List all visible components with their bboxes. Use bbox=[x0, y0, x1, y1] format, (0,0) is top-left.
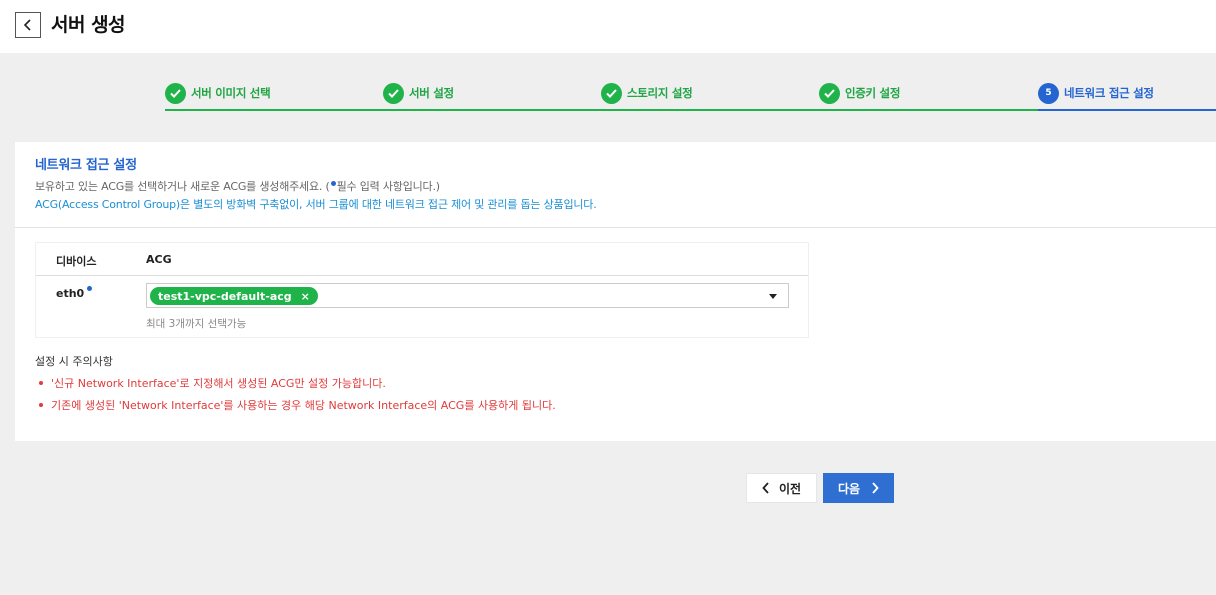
next-button-label: 다음 bbox=[837, 481, 861, 496]
step-auth-key-settings[interactable]: 인증키 설정 bbox=[819, 82, 900, 104]
chip-remove-button[interactable]: × bbox=[301, 290, 310, 303]
page-title: 서버 생성 bbox=[51, 14, 126, 36]
column-header-acg: ACG bbox=[146, 253, 172, 266]
dropdown-caret-icon[interactable] bbox=[769, 294, 777, 299]
chevron-right-icon bbox=[872, 482, 879, 494]
device-name: eth0 bbox=[56, 287, 85, 300]
check-icon bbox=[165, 82, 186, 104]
check-icon bbox=[601, 82, 622, 104]
step-label: 서버 설정 bbox=[409, 86, 454, 100]
prev-button[interactable]: 이전 bbox=[746, 473, 817, 503]
notice-item: 기존에 생성된 'Network Interface'를 사용하는 경우 해당 … bbox=[39, 397, 556, 413]
notice-text: 기존에 생성된 'Network Interface'를 사용하는 경우 해당 … bbox=[51, 399, 556, 412]
chevron-left-icon bbox=[23, 19, 31, 31]
bullet-icon bbox=[39, 403, 43, 407]
step-server-settings[interactable]: 서버 설정 bbox=[383, 82, 454, 104]
section-title: 네트워크 접근 설정 bbox=[35, 158, 137, 173]
panel-header: 네트워크 접근 설정 보유하고 있는 ACG를 선택하거나 새로운 ACG를 생… bbox=[15, 142, 1216, 228]
next-button[interactable]: 다음 bbox=[823, 473, 894, 503]
column-header-device: 디바이스 bbox=[56, 255, 97, 268]
step-number: 5 bbox=[1038, 82, 1059, 104]
acg-select[interactable]: test1-vpc-default-acg × bbox=[146, 283, 789, 308]
acg-info-text: ACG(Access Control Group)은 별도의 방화벽 구축없이,… bbox=[35, 198, 597, 211]
required-dot-icon bbox=[330, 181, 336, 186]
required-dot-icon bbox=[87, 286, 93, 291]
device-cell: eth0 bbox=[56, 286, 93, 300]
stepper: 서버 이미지 선택 서버 설정 스토리지 설정 인증키 설정 5 네트워크 접근… bbox=[165, 80, 1216, 112]
step-server-image[interactable]: 서버 이미지 선택 bbox=[165, 82, 271, 104]
step-storage-settings[interactable]: 스토리지 설정 bbox=[601, 82, 693, 104]
step-label: 서버 이미지 선택 bbox=[191, 86, 271, 100]
page-header: 서버 생성 bbox=[0, 0, 1216, 53]
step-label: 스토리지 설정 bbox=[627, 86, 693, 100]
stepper-active-line bbox=[1038, 109, 1216, 111]
network-access-panel: 네트워크 접근 설정 보유하고 있는 ACG를 선택하거나 새로운 ACG를 생… bbox=[15, 142, 1216, 441]
prev-button-label: 이전 bbox=[778, 481, 802, 496]
check-icon bbox=[383, 82, 404, 104]
step-label: 인증키 설정 bbox=[845, 86, 901, 100]
back-button[interactable] bbox=[15, 12, 41, 38]
table-header-row: 디바이스 ACG bbox=[36, 243, 808, 276]
acg-limit-hint: 최대 3개까지 선택가능 bbox=[146, 318, 247, 330]
step-label: 네트워크 접근 설정 bbox=[1064, 86, 1154, 100]
acg-table: 디바이스 ACG eth0 test1-vpc-default-acg × 최대… bbox=[35, 242, 809, 338]
notice-text: '신규 Network Interface'로 지정해서 생성된 ACG만 설정… bbox=[51, 377, 386, 390]
notice-title: 설정 시 주의사항 bbox=[35, 355, 113, 368]
bullet-icon bbox=[39, 381, 43, 385]
description-text: 보유하고 있는 ACG를 선택하거나 새로운 ACG를 생성해주세요. ( bbox=[35, 180, 330, 193]
check-icon bbox=[819, 82, 840, 104]
acg-chip: test1-vpc-default-acg × bbox=[150, 287, 318, 305]
description-text: 필수 입력 사항입니다.) bbox=[336, 180, 440, 193]
chevron-left-icon bbox=[762, 482, 769, 494]
acg-chip-label: test1-vpc-default-acg bbox=[158, 289, 292, 303]
step-network-access[interactable]: 5 네트워크 접근 설정 bbox=[1038, 82, 1154, 104]
section-description: 보유하고 있는 ACG를 선택하거나 새로운 ACG를 생성해주세요. ( 필수 … bbox=[35, 179, 1196, 194]
notice-item: '신규 Network Interface'로 지정해서 생성된 ACG만 설정… bbox=[39, 375, 386, 391]
